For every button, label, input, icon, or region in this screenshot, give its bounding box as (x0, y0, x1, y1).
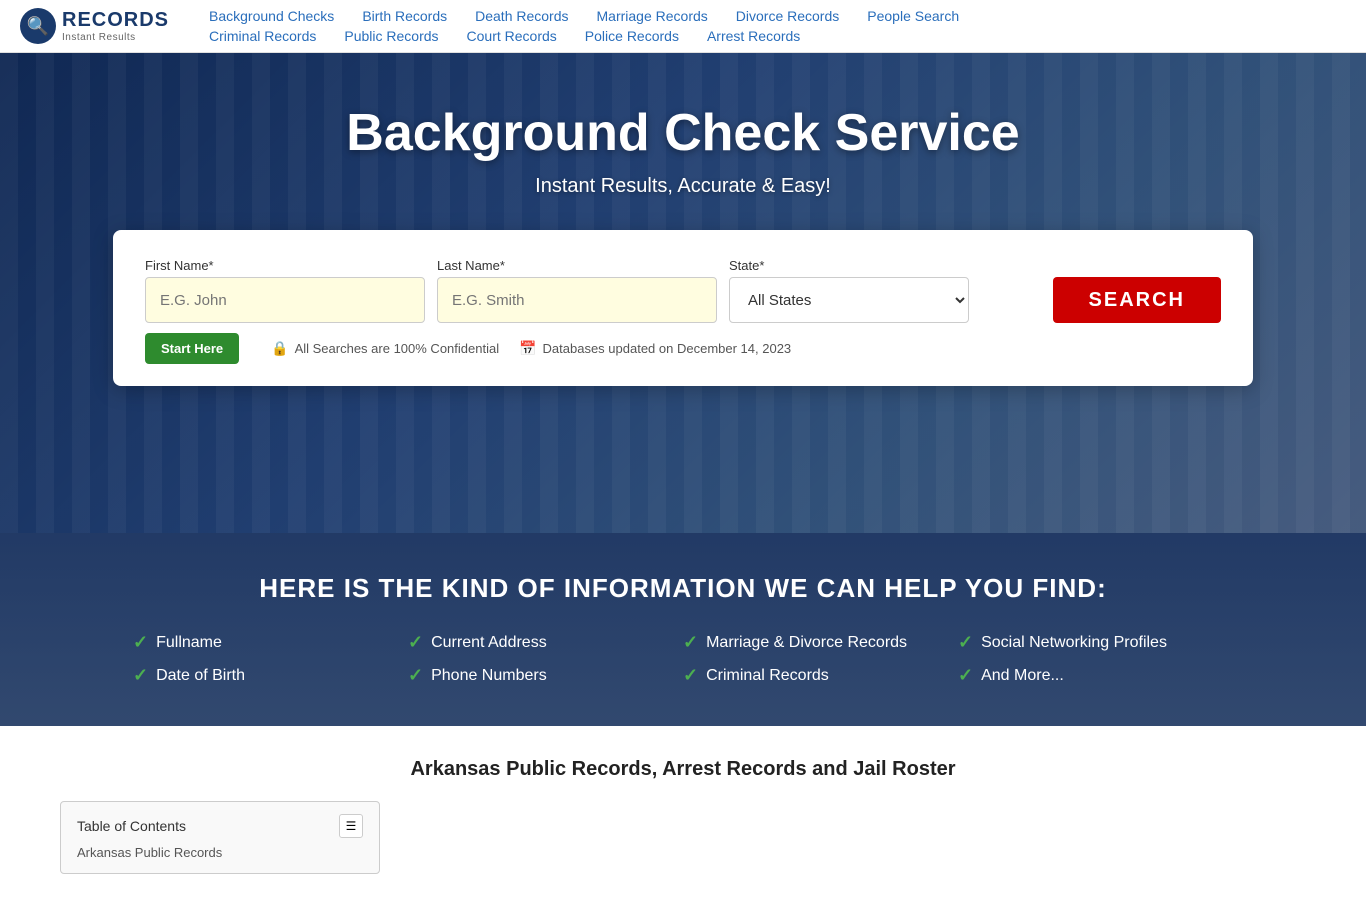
nav-link-marriage-records[interactable]: Marriage Records (597, 8, 708, 24)
confidential-text: All Searches are 100% Confidential (295, 341, 500, 356)
last-name-group: Last Name* (437, 258, 717, 323)
calendar-icon: 📅 (519, 340, 536, 357)
info-item-text: Date of Birth (156, 667, 245, 685)
info-item: ✓ Phone Numbers (408, 665, 683, 686)
toc-header: Table of Contents ☰ (77, 814, 363, 838)
toc-box: Table of Contents ☰ Arkansas Public Reco… (60, 801, 380, 874)
database-text: Databases updated on December 14, 2023 (543, 341, 792, 356)
database-info: 📅 Databases updated on December 14, 2023 (519, 340, 791, 357)
first-name-group: First Name* (145, 258, 425, 323)
content-section: Arkansas Public Records, Arrest Records … (0, 726, 1366, 906)
nav-link-police-records[interactable]: Police Records (585, 28, 679, 44)
hero-title: Background Check Service (346, 103, 1019, 163)
check-icon: ✓ (683, 665, 698, 686)
search-button[interactable]: SEARCH (1053, 277, 1221, 323)
nav-link-court-records[interactable]: Court Records (467, 28, 557, 44)
info-section: HERE IS THE KIND OF INFORMATION WE CAN H… (0, 533, 1366, 726)
info-item-text: Criminal Records (706, 667, 829, 685)
info-item-text: And More... (981, 667, 1064, 685)
state-select[interactable]: All StatesAlabamaAlaskaArizonaArkansasCa… (729, 277, 969, 323)
search-meta: Start Here 🔒 All Searches are 100% Confi… (145, 333, 1221, 364)
hero-section: Background Check Service Instant Results… (0, 53, 1366, 533)
info-item: ✓ Date of Birth (133, 665, 408, 686)
first-name-label: First Name* (145, 258, 425, 273)
nav-link-background-checks[interactable]: Background Checks (209, 8, 334, 24)
check-icon: ✓ (133, 665, 148, 686)
first-name-input[interactable] (145, 277, 425, 323)
content-title: Arkansas Public Records, Arrest Records … (60, 758, 1306, 781)
info-item: ✓ Current Address (408, 632, 683, 653)
logo-title: RECORDS (62, 9, 169, 32)
info-item: ✓ Fullname (133, 632, 408, 653)
check-icon: ✓ (958, 665, 973, 686)
info-item: ✓ Marriage & Divorce Records (683, 632, 958, 653)
check-icon: ✓ (958, 632, 973, 653)
info-title: HERE IS THE KIND OF INFORMATION WE CAN H… (60, 573, 1306, 604)
check-icon: ✓ (408, 632, 423, 653)
search-card: First Name* Last Name* State* All States… (113, 230, 1253, 386)
logo-text: RECORDS Instant Results (62, 9, 169, 43)
check-icon: ✓ (683, 632, 698, 653)
nav-row-2: Criminal Records Public Records Court Reco… (209, 28, 1346, 44)
toc-label: Table of Contents (77, 818, 186, 834)
meta-info: 🔒 All Searches are 100% Confidential 📅 D… (271, 340, 791, 357)
nav-row-1: Background Checks Birth Records Death Reco… (209, 8, 1346, 24)
state-group: State* All StatesAlabamaAlaskaArizonaArk… (729, 258, 1041, 323)
state-label: State* (729, 258, 1041, 273)
lock-icon: 🔒 (271, 340, 288, 357)
nav-link-people-search[interactable]: People Search (867, 8, 959, 24)
hero-subtitle: Instant Results, Accurate & Easy! (535, 175, 831, 198)
info-item: ✓ And More... (958, 665, 1233, 686)
logo: 🔍 RECORDS Instant Results (20, 8, 169, 44)
header: 🔍 RECORDS Instant Results Background Che… (0, 0, 1366, 53)
last-name-label: Last Name* (437, 258, 717, 273)
info-item-text: Fullname (156, 634, 222, 652)
last-name-input[interactable] (437, 277, 717, 323)
logo-subtitle: Instant Results (62, 32, 169, 43)
confidential-info: 🔒 All Searches are 100% Confidential (271, 340, 499, 357)
check-icon: ✓ (408, 665, 423, 686)
info-item-text: Current Address (431, 634, 547, 652)
search-fields: First Name* Last Name* State* All States… (145, 258, 1221, 323)
nav-link-birth-records[interactable]: Birth Records (362, 8, 447, 24)
info-item-text: Social Networking Profiles (981, 634, 1167, 652)
nav-link-divorce-records[interactable]: Divorce Records (736, 8, 839, 24)
info-item: ✓ Criminal Records (683, 665, 958, 686)
nav-link-criminal-records[interactable]: Criminal Records (209, 28, 316, 44)
nav-link-arrest-records[interactable]: Arrest Records (707, 28, 800, 44)
nav-link-public-records[interactable]: Public Records (344, 28, 438, 44)
info-grid: ✓ Fullname ✓ Current Address ✓ Marriage & Div… (133, 632, 1233, 686)
info-item: ✓ Social Networking Profiles (958, 632, 1233, 653)
logo-icon: 🔍 (20, 8, 56, 44)
toc-toggle-button[interactable]: ☰ (339, 814, 363, 838)
check-icon: ✓ (133, 632, 148, 653)
info-item-text: Phone Numbers (431, 667, 547, 685)
info-item-text: Marriage & Divorce Records (706, 634, 907, 652)
nav-link-death-records[interactable]: Death Records (475, 8, 568, 24)
main-nav: Background Checks Birth Records Death Reco… (209, 8, 1346, 44)
start-here-button[interactable]: Start Here (145, 333, 239, 364)
toc-item[interactable]: Arkansas Public Records (77, 844, 363, 861)
